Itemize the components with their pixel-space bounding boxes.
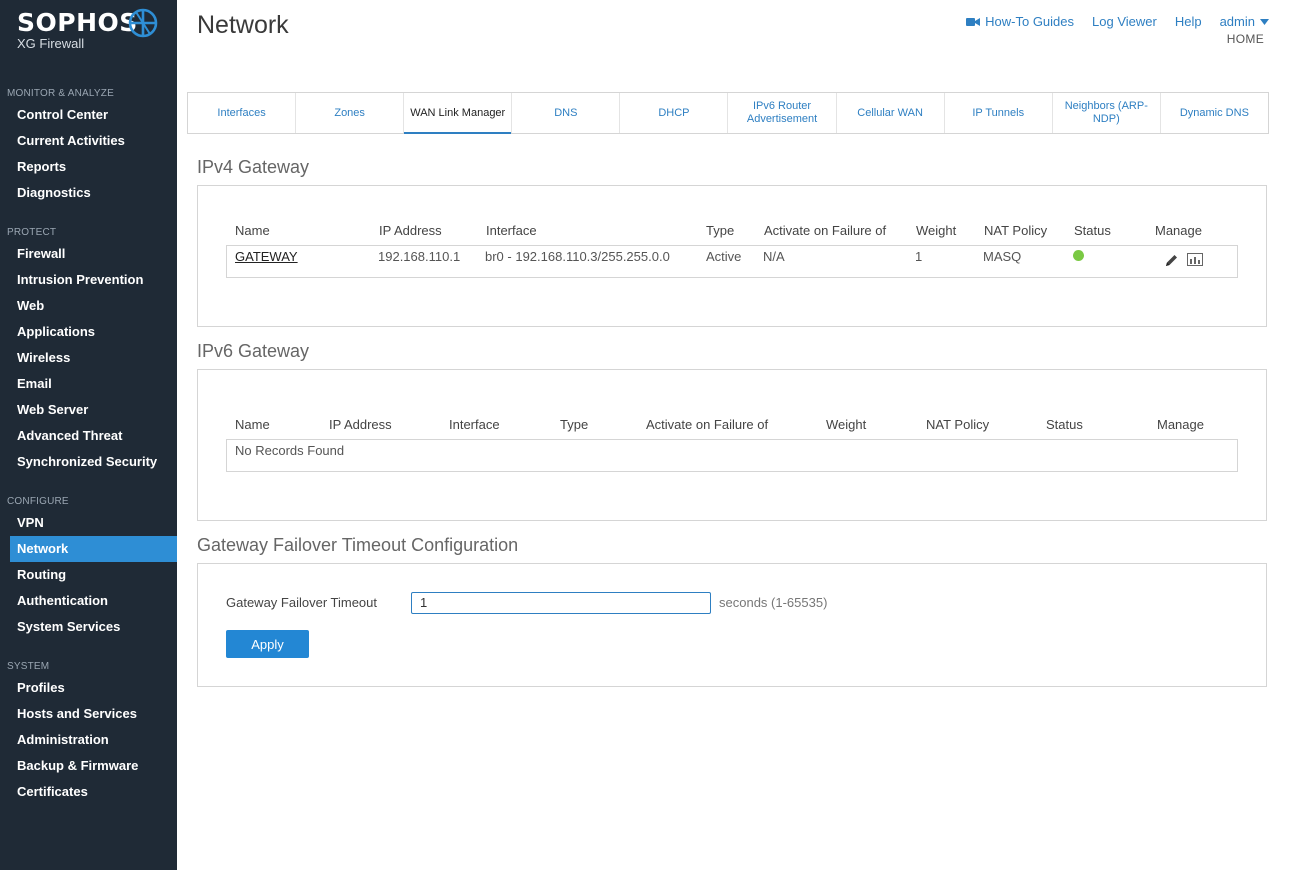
nav-group-monitor: MONITOR & ANALYZE Control Center Current… — [0, 86, 177, 206]
page-title: Network — [197, 11, 289, 39]
column-header-nat: NAT Policy — [984, 223, 1048, 238]
nav-group-protect: PROTECT Firewall Intrusion Prevention We… — [0, 225, 177, 475]
gateway-name-link[interactable]: GATEWAY — [235, 249, 298, 264]
caret-down-icon — [1260, 18, 1269, 25]
gateway-nat-policy: MASQ — [983, 249, 1022, 264]
nav-heading: MONITOR & ANALYZE — [7, 88, 114, 99]
gateway-failure-of: N/A — [763, 249, 785, 264]
tab-zones[interactable]: Zones — [296, 93, 405, 133]
column-header-manage: Manage — [1155, 223, 1202, 238]
column-header-interface: Interface — [486, 223, 537, 238]
nav-item-synchronized-security[interactable]: Synchronized Security — [0, 449, 177, 475]
nav-item-hosts-and-services[interactable]: Hosts and Services — [0, 701, 177, 727]
edit-pencil-icon[interactable] — [1164, 253, 1179, 268]
failover-panel: Gateway Failover Timeout 1 seconds (1-65… — [197, 563, 1267, 687]
gateway-type: Active — [706, 249, 742, 264]
tab-neighbors[interactable]: Neighbors (ARP-NDP) — [1053, 93, 1161, 133]
column-header-interface: Interface — [449, 417, 500, 432]
nav-item-advanced-threat[interactable]: Advanced Threat — [0, 423, 177, 449]
nav-item-wireless[interactable]: Wireless — [0, 345, 177, 371]
how-to-guides-link[interactable]: How-To Guides — [966, 14, 1074, 29]
tab-ipv6-router-advertisement[interactable]: IPv6 Router Advertisement — [728, 93, 837, 133]
tab-interfaces[interactable]: Interfaces — [188, 93, 297, 133]
table-row: No Records Found — [226, 439, 1238, 472]
failover-timeout-hint: seconds (1-65535) — [719, 595, 828, 610]
admin-user-label: admin — [1219, 14, 1255, 29]
admin-user-menu[interactable]: admin — [1220, 14, 1269, 29]
gateway-interface: br0 - 192.168.110.3/255.255.0.0 — [485, 249, 670, 264]
how-to-guides-label: How-To Guides — [985, 14, 1075, 29]
nav-item-web-server[interactable]: Web Server — [0, 397, 177, 423]
nav-group-system: SYSTEM Profiles Hosts and Services Admin… — [0, 659, 177, 805]
nav-group-configure: CONFIGURE VPN Network Routing Authentica… — [0, 494, 177, 640]
column-header-ip: IP Address — [379, 223, 442, 238]
nav-item-network[interactable]: Network — [10, 536, 177, 562]
nav-heading: PROTECT — [7, 227, 57, 238]
failover-timeout-input[interactable]: 1 — [411, 592, 711, 614]
ipv6-gateway-panel: Name IP Address Interface Type Activate … — [197, 369, 1267, 521]
ipv4-gateway-title: IPv4 Gateway — [197, 157, 310, 177]
column-header-ip: IP Address — [329, 417, 392, 432]
ipv6-gateway-title: IPv6 Gateway — [197, 341, 310, 361]
nav-item-authentication[interactable]: Authentication — [0, 588, 177, 614]
nav-item-reports[interactable]: Reports — [0, 154, 177, 180]
brand-name: SOPHOS — [17, 8, 138, 37]
nav-item-applications[interactable]: Applications — [0, 319, 177, 345]
column-header-weight: Weight — [916, 223, 957, 238]
column-header-status: Status — [1074, 223, 1111, 238]
nav-item-certificates[interactable]: Certificates — [0, 779, 177, 805]
tab-dns[interactable]: DNS — [512, 93, 621, 133]
status-active-icon — [1073, 250, 1084, 261]
column-header-type: Type — [560, 417, 589, 432]
column-header-status: Status — [1046, 417, 1083, 432]
nav-item-web[interactable]: Web — [0, 293, 177, 319]
tab-wan-link-manager[interactable]: WAN Link Manager — [404, 93, 513, 134]
nav-item-current-activities[interactable]: Current Activities — [0, 128, 177, 154]
column-header-name: Name — [235, 223, 270, 238]
log-viewer-link[interactable]: Log Viewer — [1092, 14, 1157, 29]
help-link[interactable]: Help — [1175, 14, 1202, 29]
nav-item-control-center[interactable]: Control Center — [0, 102, 177, 128]
nav-item-profiles[interactable]: Profiles — [0, 675, 177, 701]
failover-timeout-label: Gateway Failover Timeout — [226, 595, 378, 610]
column-header-nat: NAT Policy — [926, 417, 990, 432]
table-row: GATEWAY 192.168.110.1 br0 - 192.168.110.… — [226, 245, 1238, 278]
network-tabs: Interfaces Zones WAN Link Manager DNS DH… — [187, 92, 1269, 134]
nav-heading: CONFIGURE — [7, 496, 69, 507]
failover-title: Gateway Failover Timeout Configuration — [197, 535, 519, 555]
nav-item-email[interactable]: Email — [0, 371, 177, 397]
column-header-failure: Activate on Failure of — [764, 223, 887, 238]
nav-item-diagnostics[interactable]: Diagnostics — [0, 180, 177, 206]
column-header-weight: Weight — [826, 417, 867, 432]
sidebar: SOPHOS XG Firewall MONITOR & ANALYZE Con… — [0, 0, 177, 870]
tab-ip-tunnels[interactable]: IP Tunnels — [945, 93, 1053, 133]
product-name: XG Firewall — [17, 36, 85, 51]
top-links: How-To Guides Log Viewer Help admin — [966, 14, 1269, 29]
column-header-manage: Manage — [1157, 417, 1204, 432]
gateway-ip: 192.168.110.1 — [378, 249, 461, 264]
nav-item-routing[interactable]: Routing — [0, 562, 177, 588]
nav-item-intrusion-prevention[interactable]: Intrusion Prevention — [0, 267, 177, 293]
video-camera-icon — [966, 17, 981, 26]
tab-dynamic-dns[interactable]: Dynamic DNS — [1161, 93, 1268, 133]
nav-heading: SYSTEM — [7, 661, 50, 672]
sophos-logo[interactable]: SOPHOS XG Firewall — [17, 8, 138, 51]
nav-item-administration[interactable]: Administration — [0, 727, 177, 753]
column-header-name: Name — [235, 417, 270, 432]
breadcrumb[interactable]: HOME — [1227, 32, 1264, 46]
tab-cellular-wan[interactable]: Cellular WAN — [837, 93, 945, 133]
gateway-weight: 1 — [915, 249, 923, 264]
apply-button[interactable]: Apply — [226, 630, 309, 658]
column-header-failure: Activate on Failure of — [646, 417, 769, 432]
column-header-type: Type — [706, 223, 735, 238]
tab-dhcp[interactable]: DHCP — [620, 93, 729, 133]
no-records-text: No Records Found — [235, 443, 345, 458]
chart-icon[interactable] — [1187, 253, 1203, 266]
nav-item-system-services[interactable]: System Services — [0, 614, 177, 640]
sophos-globe-icon — [128, 8, 158, 38]
nav-item-backup-firmware[interactable]: Backup & Firmware — [0, 753, 177, 779]
nav-item-firewall[interactable]: Firewall — [0, 241, 177, 267]
nav-item-vpn[interactable]: VPN — [0, 510, 177, 536]
ipv4-gateway-panel: Name IP Address Interface Type Activate … — [197, 185, 1267, 327]
